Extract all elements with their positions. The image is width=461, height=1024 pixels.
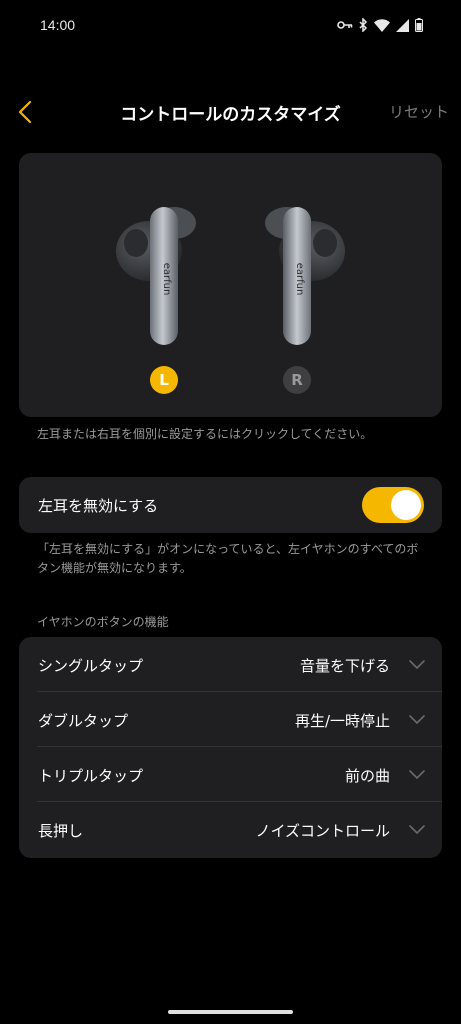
disable-left-ear-description: 「左耳を無効にする」がオンになっていると、左イヤホンのすべてのボタン機能が無効に… [37, 542, 419, 575]
right-earbud-image[interactable]: earfun [252, 201, 347, 355]
chevron-down-icon [409, 660, 425, 670]
header: コントロールのカスタマイズ リセット [0, 90, 461, 134]
func-name: 長押し [38, 822, 84, 840]
func-name: シングルタップ [38, 657, 144, 675]
disable-left-ear-label: 左耳を無効にする [38, 497, 159, 515]
earbuds-card: earfun earfun L R [19, 153, 442, 417]
status-icons [337, 17, 423, 33]
func-row-triple-tap[interactable]: トリプルタップ 前の曲 [19, 747, 442, 802]
left-earbud-image[interactable]: earfun [114, 201, 209, 355]
wifi-icon [374, 17, 390, 33]
button-functions-section-title: イヤホンのボタンの機能 [37, 615, 169, 629]
func-value: 前の曲 [344, 767, 390, 785]
reset-button[interactable]: リセット [389, 101, 449, 122]
func-name: トリプルタップ [38, 767, 144, 785]
right-earbud-brand: earfun [294, 263, 305, 296]
func-value: ノイズコントロール [255, 822, 390, 840]
disable-left-ear-toggle[interactable] [362, 487, 424, 523]
battery-icon [415, 17, 423, 33]
bluetooth-icon [359, 17, 368, 33]
disable-left-ear-row: 左耳を無効にする [19, 477, 442, 533]
func-name: ダブルタップ [38, 712, 129, 730]
status-bar: 14:00 [0, 0, 461, 52]
key-icon [337, 17, 353, 33]
status-time: 14:00 [40, 17, 76, 33]
chevron-down-icon [409, 770, 425, 780]
right-ear-button[interactable]: R [283, 366, 311, 394]
left-ear-button[interactable]: L [150, 366, 178, 394]
earbud-select-hint: 左耳または右耳を個別に設定するにはクリックしてください。 [37, 427, 373, 441]
func-row-single-tap[interactable]: シングルタップ 音量を下げる [19, 637, 442, 692]
func-row-double-tap[interactable]: ダブルタップ 再生/一時停止 [19, 692, 442, 747]
func-value: 音量を下げる [299, 657, 390, 675]
left-earbud-brand: earfun [161, 263, 172, 296]
button-functions-list: シングルタップ 音量を下げる ダブルタップ 再生/一時停止 トリプルタップ 前の… [19, 637, 442, 858]
func-value: 再生/一時停止 [294, 712, 390, 730]
home-indicator[interactable] [168, 1010, 293, 1014]
chevron-down-icon [409, 825, 425, 835]
signal-icon [396, 17, 409, 33]
func-row-long-press[interactable]: 長押し ノイズコントロール [19, 802, 442, 857]
chevron-down-icon [409, 715, 425, 725]
toggle-knob [391, 490, 421, 520]
